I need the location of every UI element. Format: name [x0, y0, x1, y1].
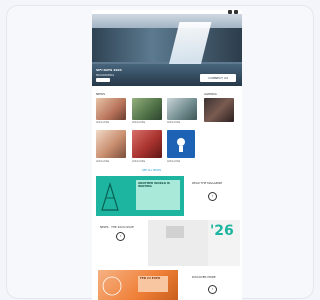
news-thumb[interactable] [132, 98, 162, 120]
see-all-news-link[interactable]: SEE ALL NEWS [142, 169, 161, 172]
gray-promo-image[interactable]: '26 [148, 220, 240, 266]
hero-badge[interactable]: CONNECT 24 [200, 74, 236, 82]
gray-promo-text: NEWS · THE 2024 ISSUE [100, 225, 134, 229]
page-preview: SIFI DAYS 2024 PROGRAMMAS CONNECT 24 NEW… [92, 10, 242, 300]
thumb-caption: Article title [96, 121, 110, 124]
teal-promo-image[interactable]: ANOTHER WORLD IS WAITING [96, 176, 184, 216]
hero-building-image [92, 28, 242, 62]
orange-promo-headline: FEB 24 EXPO [140, 276, 161, 280]
thumb-caption: Article title [132, 121, 146, 124]
hero-button[interactable] [96, 78, 110, 82]
teal-promo-headline: ANOTHER WORLD IS WAITING [138, 181, 170, 189]
thumb-caption: Article title [96, 160, 110, 163]
gray-promo-number: '26 [210, 223, 234, 239]
thumb-caption: Article title [167, 121, 181, 124]
thumb-caption: Article title [167, 160, 181, 163]
orange-promo-image[interactable]: FEB 24 EXPO [98, 270, 178, 300]
agenda-thumb[interactable] [204, 98, 234, 122]
orange-promo-graphic [102, 276, 168, 296]
news-thumb[interactable] [132, 130, 162, 158]
news-thumb-graphic[interactable] [167, 130, 195, 158]
hero-subtitle: PROGRAMMAS [96, 74, 115, 77]
news-section-label: NEWS [96, 92, 106, 96]
news-thumb[interactable] [96, 130, 126, 158]
teal-promo-text: READ THE MAGAZINE [192, 181, 223, 185]
news-thumb[interactable] [96, 98, 126, 120]
teal-promo-arrow-icon[interactable]: › [208, 192, 217, 201]
news-thumb[interactable] [167, 98, 197, 120]
orange-promo-text: DISCOVER MORE [192, 275, 216, 279]
logo-icon [177, 138, 185, 152]
hero-title: SIFI DAYS 2024 [96, 68, 122, 72]
hero-banner[interactable]: SIFI DAYS 2024 PROGRAMMAS CONNECT 24 [92, 14, 242, 86]
orange-promo-arrow-icon[interactable]: › [208, 285, 217, 294]
gray-promo-arrow-icon[interactable]: › [116, 232, 125, 241]
thumb-caption: Article title [132, 160, 146, 163]
agenda-section-label: AGENDA [204, 92, 217, 96]
